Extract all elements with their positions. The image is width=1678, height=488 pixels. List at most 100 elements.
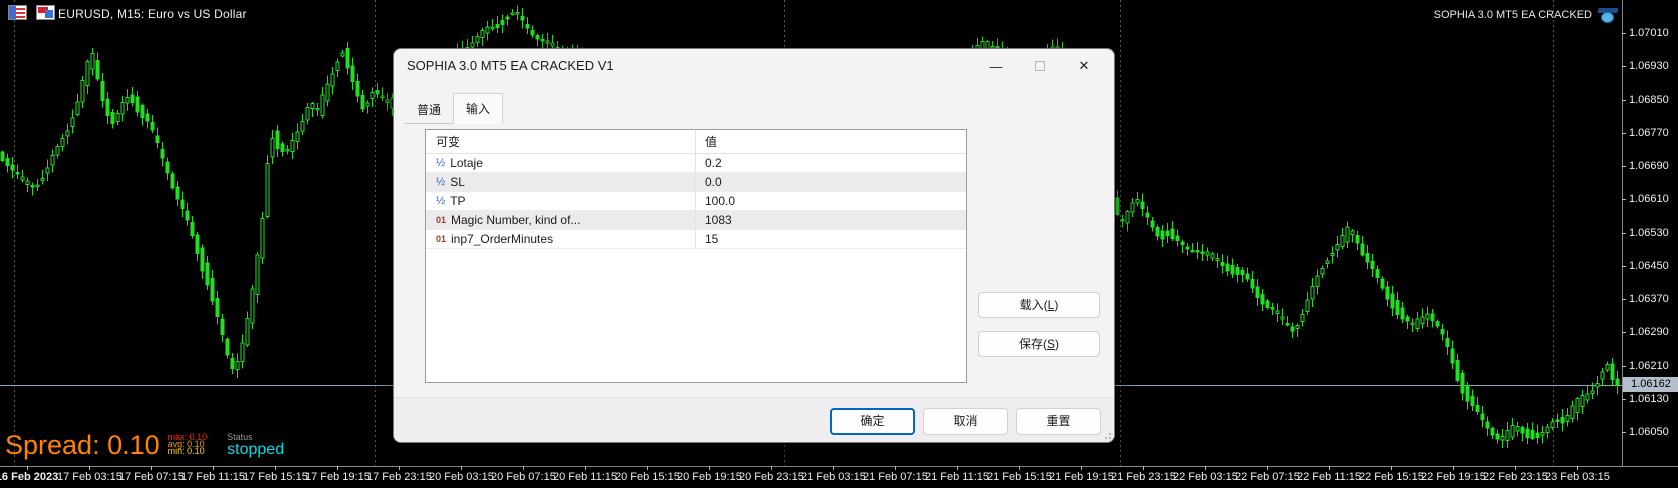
time-tick-label: 20 Feb 15:15 (615, 471, 680, 483)
current-price-badge: 1.06162 (1623, 377, 1678, 392)
param-value[interactable]: 15 (695, 230, 966, 248)
time-tick (1329, 466, 1330, 470)
time-tick-label: 17 Feb 19:15 (305, 471, 370, 483)
time-tick (27, 466, 28, 470)
price-tick-label: 1.06370 (1629, 293, 1669, 305)
time-tick (523, 466, 524, 470)
time-tick-label: 17 Feb 15:15 (243, 471, 308, 483)
price-tick-label: 1.06290 (1629, 326, 1669, 339)
param-value[interactable]: 100.0 (695, 192, 966, 210)
status-block: Status stopped (227, 432, 285, 458)
reset-button[interactable]: 重置 (1016, 408, 1101, 435)
price-tick (1622, 166, 1626, 167)
tab-inputs[interactable]: 输入 (453, 93, 504, 124)
mt5-chart-window: EURUSD, M15: Euro vs US Dollar SOPHIA 3.… (0, 0, 1678, 488)
time-tick-label: 22 Feb 19:15 (1421, 471, 1486, 483)
time-tick (1143, 466, 1144, 470)
status-value: stopped (227, 441, 285, 458)
price-tick-label: 1.06450 (1629, 259, 1669, 272)
time-tick-label: 21 Feb 03:15 (801, 471, 866, 483)
spread-stats: max: 0.10 avg: 0.10 min: 0.10 (167, 433, 208, 456)
time-tick (1577, 466, 1578, 470)
spread-value: Spread: 0.10 (5, 430, 160, 460)
time-tick (1205, 466, 1206, 470)
price-axis[interactable]: 1.06162 1.07010 1.06930 1.06850 1.06770 1.06… (1622, 0, 1678, 466)
ea-corner: SOPHIA 3.0 MT5 EA CRACKED (1433, 7, 1619, 23)
table-row[interactable]: ½ SL 0.0 (426, 173, 966, 192)
table-row[interactable]: ½ TP 100.0 (426, 192, 966, 211)
price-tick (1622, 332, 1626, 334)
time-tick-label: 22 Feb 15:15 (1359, 471, 1424, 483)
save-label-end: ) (1055, 337, 1059, 351)
depth-of-market-icon[interactable] (8, 5, 27, 20)
spread-min: min: 0.10 (167, 446, 205, 456)
save-button[interactable]: 保存(S) (978, 331, 1100, 357)
save-label: 保存( (1018, 337, 1047, 351)
time-tick (709, 466, 710, 470)
int-type-icon: 01 (436, 214, 447, 225)
table-row[interactable]: 01 inp7_OrderMinutes 15 (426, 230, 966, 249)
time-tick (1267, 466, 1268, 470)
resize-grip[interactable] (1103, 431, 1111, 439)
maximize-icon (1035, 61, 1045, 71)
param-name: Magic Number, kind of... (451, 212, 581, 227)
close-button[interactable]: ✕ (1062, 51, 1106, 81)
param-value[interactable]: 0.0 (695, 173, 966, 191)
time-tick (1081, 466, 1082, 470)
time-axis[interactable]: 16 Feb 2023 17 Feb 03:15 17 Feb 07:15 17 Fe… (0, 466, 1678, 488)
column-header-variable: 可变 (436, 135, 461, 149)
time-tick-label: 16 Feb 2023 (0, 471, 59, 483)
ea-properties-dialog: SOPHIA 3.0 MT5 EA CRACKED V1 — ✕ 普通 输入 可… (393, 48, 1115, 443)
price-tick (1622, 33, 1626, 34)
ok-button[interactable]: 确定 (830, 408, 915, 435)
price-tick (1622, 199, 1626, 201)
price-tick-label: 1.06210 (1629, 359, 1669, 372)
param-value[interactable]: 0.2 (695, 154, 966, 172)
time-tick (1391, 466, 1392, 470)
param-name: TP (450, 193, 466, 208)
time-tick (213, 466, 214, 470)
price-tick (1622, 132, 1626, 134)
price-tick (1622, 398, 1626, 400)
time-tick (89, 466, 90, 470)
time-tick-label: 17 Feb 23:15 (367, 471, 432, 483)
price-tick (1622, 265, 1626, 267)
time-tick (771, 466, 772, 470)
price-tick-label: 1.06770 (1629, 126, 1669, 139)
time-tick-label: 21 Feb 19:15 (1049, 471, 1114, 483)
time-tick (895, 466, 896, 470)
expert-advisor-icon[interactable] (1597, 7, 1619, 23)
time-tick (151, 466, 152, 470)
dialog-titlebar[interactable]: SOPHIA 3.0 MT5 EA CRACKED V1 — ✕ (394, 49, 1114, 83)
time-tick-label: 23 Feb 03:15 (1545, 471, 1610, 483)
price-tick-label: 1.06930 (1629, 60, 1669, 73)
time-tick-label: 22 Feb 23:15 (1483, 471, 1548, 483)
load-label-end: ) (1054, 298, 1059, 312)
time-tick (1515, 466, 1516, 470)
save-mnemonic: S (1046, 337, 1055, 351)
time-tick-label: 22 Feb 07:15 (1235, 471, 1300, 483)
table-row[interactable]: ½ Lotaje 0.2 (426, 154, 966, 173)
time-tick-label: 20 Feb 03:15 (429, 471, 494, 483)
one-click-trading-icon[interactable] (36, 5, 55, 20)
param-name: inp7_OrderMinutes (451, 231, 554, 246)
time-tick (275, 466, 276, 470)
time-tick-label: 20 Feb 07:15 (491, 471, 556, 483)
tab-common[interactable]: 普通 (405, 97, 454, 124)
time-tick-label: 21 Feb 11:15 (925, 471, 990, 483)
price-tick-label: 1.06530 (1629, 226, 1669, 239)
time-tick-label: 17 Feb 11:15 (181, 471, 246, 483)
load-button[interactable]: 载入(L) (978, 292, 1100, 318)
param-value[interactable]: 1083 (695, 211, 966, 229)
cancel-button[interactable]: 取消 (923, 408, 1008, 435)
price-tick (1622, 432, 1626, 433)
maximize-button[interactable] (1018, 51, 1062, 81)
double-type-icon: ½ (436, 194, 446, 207)
time-tick (957, 466, 958, 470)
table-row[interactable]: 01 Magic Number, kind of... 1083 (426, 211, 966, 230)
ea-name-label: SOPHIA 3.0 MT5 EA CRACKED (1433, 9, 1592, 21)
minimize-button[interactable]: — (974, 51, 1018, 81)
time-tick (647, 466, 648, 470)
param-name: Lotaje (450, 155, 483, 170)
time-tick (833, 466, 834, 470)
